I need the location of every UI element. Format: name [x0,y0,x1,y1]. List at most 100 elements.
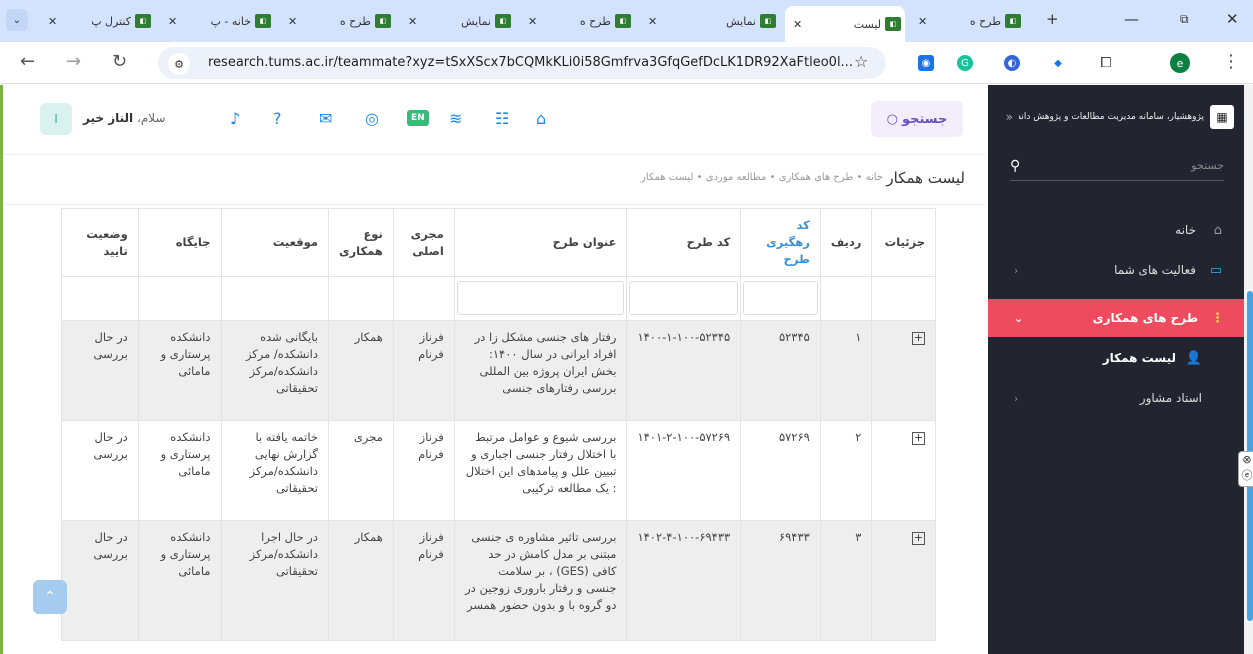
browser-tab[interactable]: ◧ کنترل پ ✕ [40,7,155,35]
layers-icon[interactable]: ≋ [449,109,462,128]
address-bar[interactable]: ⚙ research.tums.ac.ir/teammate?xyz=tSxXS… [158,47,886,79]
site-info-icon[interactable]: ⚙ [168,53,190,75]
project-code: ۱۴۰۱-۲-۱۰۰-۵۷۲۶۹ [626,420,742,521]
window-close-icon[interactable]: ✕ [1226,10,1239,28]
tab-label: کنترل پ [91,14,131,28]
site-favicon-icon: ◧ [760,14,776,28]
forward-arrow-icon[interactable]: → [66,51,81,72]
sidebar-search-placeholder: جستجو [1191,159,1224,172]
browser-tab[interactable]: ◧ نمایش ✕ [640,7,780,35]
filter-cell [392,276,455,321]
tab-label: نمایش [726,14,756,28]
floating-widget-icon[interactable]: ⊗ ⓔ [1238,451,1253,487]
browser-window: ⌄ ◧ کنترل پ ✕ ◧ خانه - پ ✕ ◧ طرح ه ✕ ◧ ن… [0,0,1253,654]
col-header-title[interactable]: عنوان طرح [453,208,628,277]
sidebar-item-label: طرح های همکاری [1092,311,1198,325]
project-title: رفتار های جنسی مشکل زا در افراد ایرانی د… [453,320,628,421]
place: دانشکده پرستاری و مامائی [137,320,222,421]
grammarly-icon[interactable]: G [957,55,973,71]
back-arrow-icon[interactable]: ← [20,51,35,72]
extension-icon[interactable]: ◉ [918,55,934,71]
expand-plus-icon[interactable]: + [912,332,925,345]
tab-search-button[interactable]: ⌄ [6,9,28,31]
tab-close-icon[interactable]: ✕ [408,15,417,28]
tab-close-icon[interactable]: ✕ [528,15,537,28]
breadcrumb[interactable]: خانه • طرح های همکاری • مطالعه موردی • ل… [641,172,883,183]
browser-tab[interactable]: ◧ طرح ه ✕ [910,7,1025,35]
col-header-tracking-code[interactable]: کد رهگیری طرح [740,208,821,277]
col-header-status[interactable]: وضعیت تایید [61,208,139,277]
search-icon[interactable]: ⚲ [1010,158,1020,174]
top-header: جستجو ○ ⌂ ☷ ≋ EN ◎ ✉ ? ♪ سلام، الناز خیر… [3,85,985,155]
tab-close-icon[interactable]: ✕ [288,15,297,28]
user-greeting[interactable]: سلام، الناز خیر [83,111,165,125]
col-header-collab-type[interactable]: نوع همکاری [327,208,394,277]
user-name: الناز خیر [83,111,134,125]
principal-investigator: فرناز فرنام [392,420,455,521]
home-icon[interactable]: ⌂ [536,109,546,128]
filter-input-code[interactable] [629,281,739,315]
tracking-code: ۵۷۲۶۹ [740,420,821,521]
col-header-place[interactable]: جایگاه [137,208,222,277]
grid-list-icon[interactable]: ☷ [495,109,509,128]
details-cell: + [871,320,936,421]
col-header-pi[interactable]: مجری اصلی [392,208,455,277]
browser-tab[interactable]: ◧ خانه - پ ✕ [160,7,275,35]
place: دانشکده پرستاری و مامائی [137,420,222,521]
new-tab-button[interactable]: + [1046,10,1059,28]
page-scrollbar[interactable] [1244,85,1253,654]
tab-label: لیست [853,17,881,31]
extensions-puzzle-icon[interactable]: ⧠ [1098,55,1114,71]
notification-bell-icon[interactable]: ♪ [230,109,240,128]
expand-plus-icon[interactable]: + [912,432,925,445]
tab-close-icon[interactable]: ✕ [48,15,57,28]
tab-close-icon[interactable]: ✕ [918,15,927,28]
expand-plus-icon[interactable]: + [912,532,925,545]
browser-menu-icon[interactable]: ⋮ [1222,51,1240,72]
filter-input-title[interactable] [456,281,625,315]
approval-status: در حال بررسی [61,420,139,521]
language-en-icon[interactable]: EN [407,110,429,126]
tab-close-icon[interactable]: ✕ [648,15,657,28]
browser-tab[interactable]: ◧ طرح ه ✕ [520,7,635,35]
extension-arrow-icon[interactable]: ◆ [1050,55,1066,71]
main-content: جزئیات ردیف کد رهگیری طرح کد طرح عنوان ط… [3,206,985,654]
col-header-row[interactable]: ردیف [819,208,873,277]
browser-tab[interactable]: ◧ نمایش ✕ [400,7,515,35]
tab-close-icon[interactable]: ✕ [168,15,177,28]
collapse-chevron-icon[interactable]: « [1006,110,1013,124]
restore-icon[interactable]: ⧉ [1180,12,1189,27]
position: خاتمه یافته با گزارش نهایی دانشکده/مرکز … [220,420,329,521]
bookmark-star-icon[interactable]: ☆ [854,52,868,71]
profile-avatar[interactable]: e [1170,53,1190,73]
sidebar-search-input[interactable]: جستجو ⚲ [1010,151,1224,181]
search-button[interactable]: جستجو ○ [871,101,963,137]
browser-tab[interactable]: ◧ طرح ه ✕ [280,7,395,35]
user-avatar[interactable]: ا [40,103,72,135]
minimize-icon[interactable]: — [1124,10,1139,28]
sidebar-item-home[interactable]: ⌂ خانه [988,211,1244,249]
headset-support-icon[interactable]: ◎ [365,109,379,128]
sidebar-item-collaboration-plans[interactable]: ⋮ طرح های همکاری ⌄ [988,299,1244,337]
sidebar: ▦ پژوهشیار، سامانه مدیریت مطالعات و پژوه… [988,85,1244,654]
tracking-code: ۵۲۳۴۵ [740,320,821,421]
sidebar-item-advisor[interactable]: استاد مشاور ‹ [988,379,1244,417]
greeting-text: سلام، [136,111,166,125]
chevron-down-icon: ⌄ [1014,311,1024,325]
col-header-position[interactable]: موقعیت [220,208,329,277]
tab-label: خانه - پ [210,14,251,28]
sidebar-item-activities[interactable]: ▭ فعالیت های شما ‹ [988,251,1244,289]
filter-input-tracking[interactable] [743,281,818,315]
help-icon[interactable]: ? [273,109,282,128]
col-header-project-code[interactable]: کد طرح [626,208,742,277]
site-favicon-icon: ◧ [495,14,511,28]
sidebar-item-label: لیست همکار [1102,351,1176,365]
mail-icon[interactable]: ✉ [319,109,332,128]
browser-tab-active[interactable]: ◧ لیست ✕ [785,6,905,42]
col-header-details[interactable]: جزئیات [871,208,936,277]
extension-icon[interactable]: ◐ [1004,55,1020,71]
scroll-to-top-button[interactable]: ⌃ [33,580,67,614]
tab-close-icon[interactable]: ✕ [793,18,802,31]
sidebar-item-collaborator-list[interactable]: 👤 لیست همکار [988,339,1244,377]
reload-icon[interactable]: ↻ [112,51,127,72]
